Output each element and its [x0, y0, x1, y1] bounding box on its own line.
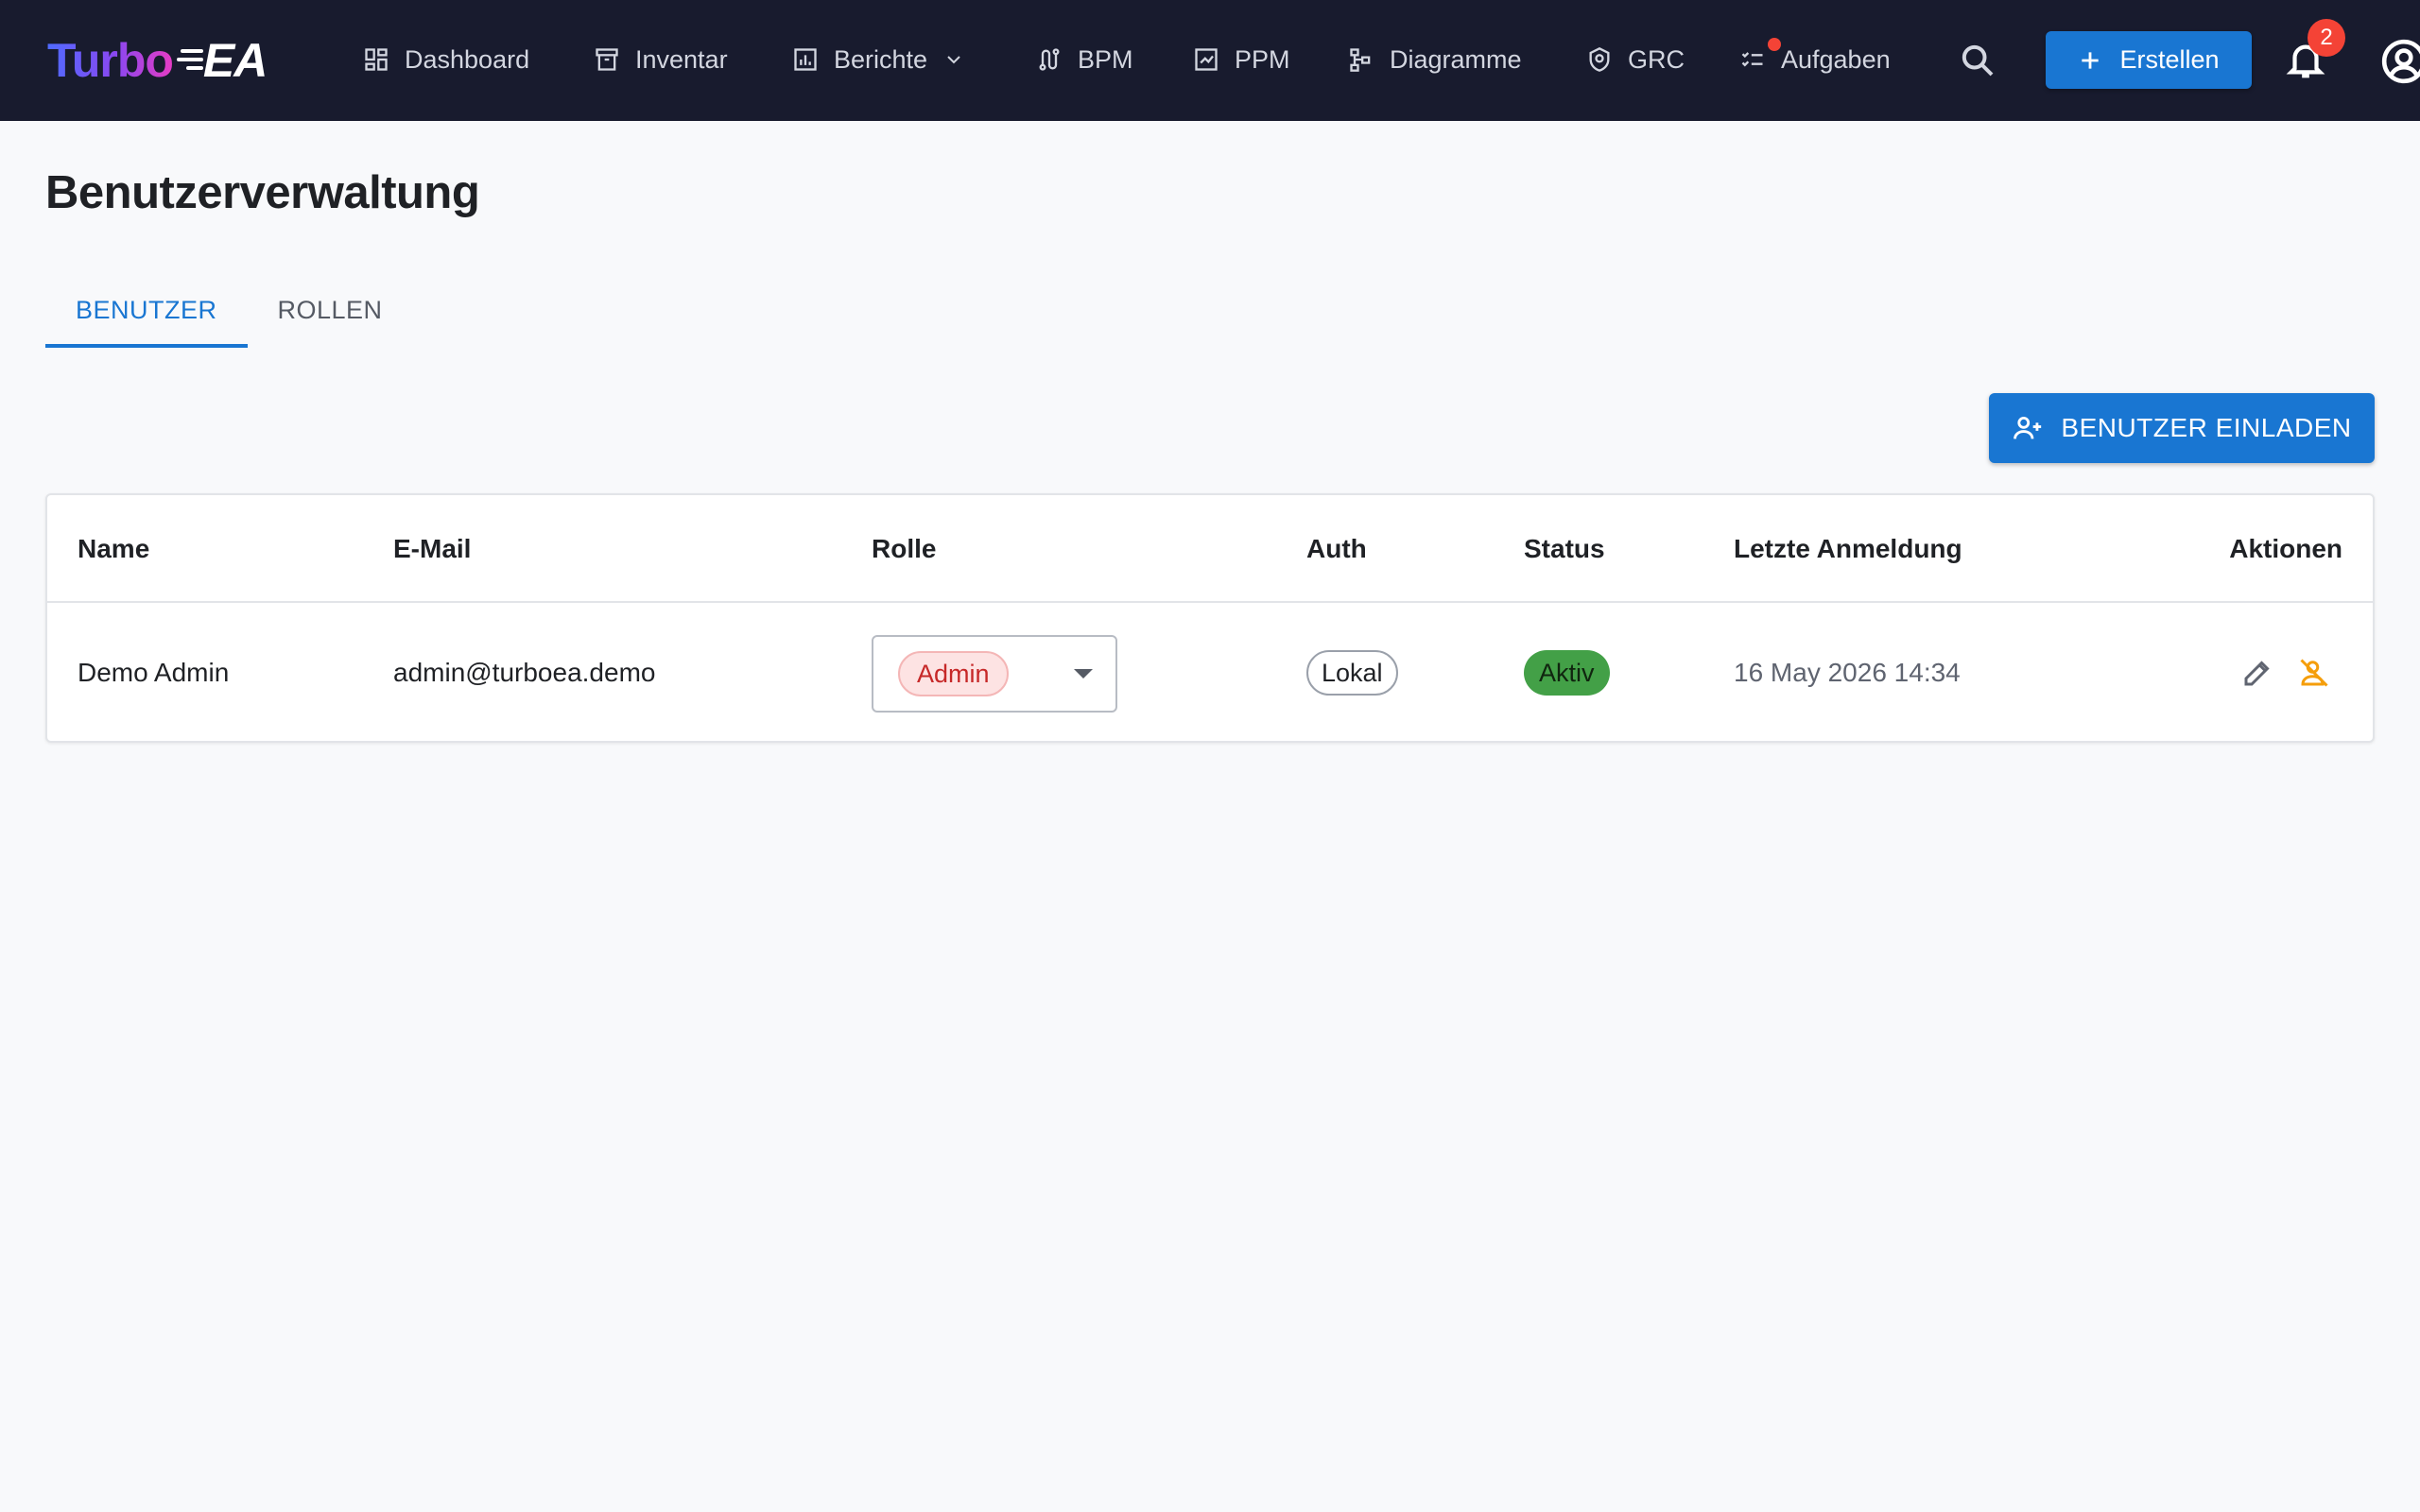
person-add-icon [2014, 416, 2042, 439]
shield-icon [1589, 47, 1610, 72]
nav-item-berichte[interactable]: Berichte [792, 30, 965, 89]
column-header-status[interactable]: Status [1524, 495, 1605, 603]
logo-text-ea: EA [202, 34, 268, 87]
notification-dot [1768, 38, 1781, 51]
dashboard-icon [365, 48, 388, 71]
route-icon [1039, 48, 1060, 71]
logo-speed-lines [176, 42, 203, 79]
invite-user-button[interactable]: BENUTZER EINLADEN [1989, 393, 2375, 463]
page-title: Benutzerverwaltung [45, 167, 480, 218]
column-header-auth[interactable]: Auth [1306, 495, 1367, 603]
nav-item-inventar[interactable]: Inventar [594, 30, 728, 89]
deactivate-user-icon[interactable] [2297, 656, 2331, 690]
nav-item-label: Diagramme [1390, 44, 1522, 74]
tab-bar: BENUTZER ROLLEN [45, 272, 413, 348]
archive-icon [596, 48, 618, 71]
bar-chart-icon [794, 48, 817, 71]
status-badge: Aktiv [1524, 650, 1610, 696]
column-header-email[interactable]: E-Mail [393, 495, 471, 603]
nav-item-diagramme[interactable]: Diagramme [1348, 30, 1522, 89]
role-select[interactable]: Admin [872, 635, 1117, 713]
notification-badge: 2 [2308, 19, 2345, 57]
nav-item-ppm[interactable]: PPM [1193, 30, 1290, 89]
project-icon [1195, 48, 1218, 71]
create-button[interactable]: Erstellen [2046, 31, 2252, 89]
last-login: 16 May 2026 14:34 [1734, 658, 1961, 687]
nav-item-label: Inventar [635, 44, 728, 74]
role-chip: Admin [898, 651, 1009, 696]
nav-item-label: BPM [1078, 44, 1133, 74]
auth-cell: Lokal [1306, 603, 1398, 743]
top-navigation-bar: Turbo EA Dashboard Inventar Berichte BPM [0, 0, 2420, 121]
nav-item-grc[interactable]: GRC [1586, 30, 1685, 89]
nav-item-label: Aufgaben [1781, 44, 1891, 74]
status-cell: Aktiv [1524, 603, 1610, 743]
nav-item-label: PPM [1235, 44, 1290, 74]
tab-rollen[interactable]: ROLLEN [248, 272, 413, 348]
nav-item-bpm[interactable]: BPM [1036, 30, 1133, 89]
table-row: Demo Admin admin@turboea.demo Admin Loka… [47, 603, 2373, 743]
user-email: admin@turboea.demo [393, 658, 656, 687]
search-icon[interactable] [1959, 42, 1996, 79]
plus-icon [2082, 51, 2100, 69]
edit-pencil-icon[interactable] [2240, 656, 2274, 690]
diagram-icon [1350, 48, 1371, 72]
auth-chip: Lokal [1306, 650, 1398, 696]
column-header-actions: Aktionen [2229, 534, 2342, 563]
account-icon[interactable] [2380, 38, 2420, 85]
tab-benutzer[interactable]: BENUTZER [45, 272, 248, 348]
table-header-row: Name E-Mail Rolle Auth Status Letzte Anm… [47, 495, 2373, 603]
column-header-name[interactable]: Name [78, 495, 149, 603]
user-name: Demo Admin [78, 658, 230, 687]
checklist-icon [1741, 52, 1763, 67]
nav-item-label: Berichte [834, 44, 928, 74]
column-header-last-login[interactable]: Letzte Anmeldung [1734, 495, 1962, 603]
invite-user-label: BENUTZER EINLADEN [2061, 413, 2352, 442]
nav-item-label: GRC [1628, 44, 1685, 74]
nav-item-dashboard[interactable]: Dashboard [363, 30, 529, 89]
nav-item-label: Dashboard [405, 44, 530, 74]
logo-text-turbo: Turbo [47, 34, 174, 87]
chevron-down-icon [947, 56, 960, 64]
create-button-label: Erstellen [2119, 45, 2220, 74]
dropdown-caret-icon [1074, 669, 1093, 679]
column-header-role[interactable]: Rolle [872, 495, 936, 603]
turboea-logo[interactable]: Turbo EA [47, 28, 268, 93]
nav-item-aufgaben[interactable]: Aufgaben [1739, 30, 1891, 89]
users-table: Name E-Mail Rolle Auth Status Letzte Anm… [45, 493, 2375, 743]
